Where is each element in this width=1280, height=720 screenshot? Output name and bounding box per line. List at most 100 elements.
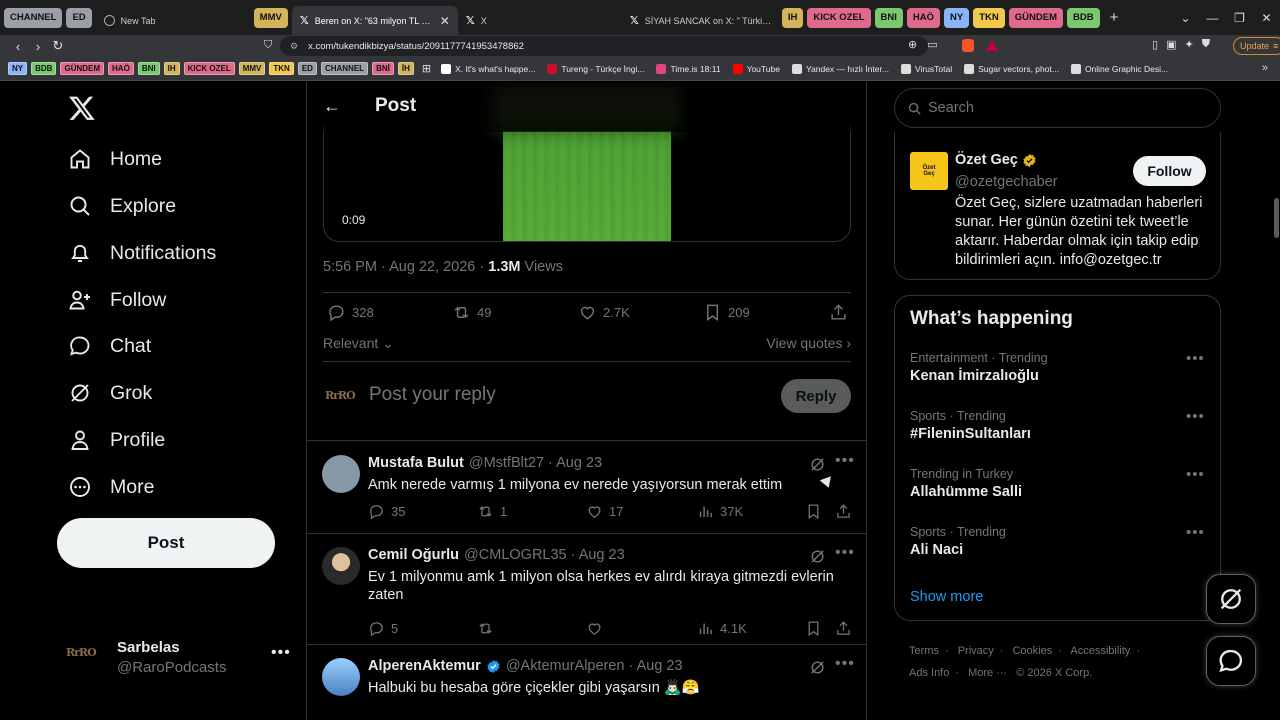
bookmark-link[interactable]: X. It's what's happe...: [441, 63, 535, 74]
site-info-icon[interactable]: ⚙: [290, 41, 298, 52]
sort-dropdown[interactable]: Relevant ⌄: [323, 335, 394, 352]
nav-item-home[interactable]: Home: [68, 144, 162, 174]
cookies-link[interactable]: Cookies: [1012, 645, 1052, 657]
comment-button[interactable]: 5: [368, 620, 398, 637]
back-nav-icon[interactable]: ‹: [8, 39, 28, 54]
bookmark-folder[interactable]: BNI: [137, 62, 160, 75]
sidebar-icon[interactable]: ▯: [1152, 38, 1158, 51]
timestamp-text[interactable]: 5:56 PM · Aug 22, 2026 ·: [323, 259, 488, 275]
reply-submit-button[interactable]: Reply: [781, 379, 851, 413]
tab-group-mmv[interactable]: MMV: [253, 7, 288, 28]
ads-info-link[interactable]: Ads Info: [909, 667, 949, 679]
view-quotes-link[interactable]: View quotes ›: [766, 335, 851, 351]
bookmark-link[interactable]: VirusTotal: [900, 63, 952, 74]
close-icon[interactable]: ✕: [440, 14, 450, 28]
search-input[interactable]: Search: [894, 88, 1221, 128]
bookmark-folder[interactable]: BDB: [31, 62, 57, 75]
tab-x[interactable]: 𝕏 X: [458, 6, 622, 35]
brave-rewards-icon[interactable]: [986, 40, 998, 51]
bookmarks-overflow-icon[interactable]: »: [1262, 62, 1268, 74]
x-logo-icon[interactable]: [68, 94, 96, 122]
tab-group[interactable]: HAÖ: [906, 7, 941, 28]
views-chart-button[interactable]: 4.1K: [697, 620, 747, 637]
forward-nav-icon[interactable]: ›: [28, 39, 48, 54]
author-name[interactable]: AlperenAktemur: [368, 658, 481, 674]
tab-group[interactable]: GÜNDEM: [1008, 7, 1063, 28]
bookmark-link[interactable]: Tureng - Türkçe İngi...: [547, 63, 644, 74]
bookmark-folder[interactable]: MMV: [238, 62, 266, 75]
reply-tweet[interactable]: AlperenAktemur @AktemurAlperen · Aug 23 ••…: [307, 655, 866, 720]
repost-button[interactable]: [477, 620, 500, 637]
url-field[interactable]: ⚙ x.com/tukendikbizya/status/20911777419…: [280, 36, 928, 56]
more-dots-icon[interactable]: •••: [1186, 350, 1205, 367]
repost-button[interactable]: 1: [477, 503, 507, 520]
nav-item-more[interactable]: More: [68, 472, 154, 502]
tab-group[interactable]: BNI: [874, 7, 903, 28]
tab-siyah-sancak[interactable]: 𝕏 SİYAH SANCAK on X: " Türkiye'ye: [622, 6, 782, 35]
trend-item[interactable]: Sports · Trending Ali Naci •••: [910, 524, 1210, 558]
avatar[interactable]: [322, 547, 360, 585]
new-tab-plus-icon[interactable]: +: [1110, 9, 1119, 26]
tab-group[interactable]: BDB: [1067, 7, 1100, 28]
bookmark-link[interactable]: Yandex — hızlı İnter...: [791, 63, 889, 74]
tab-active-post[interactable]: 𝕏 Beren on X: "63 milyon TL m olsa ✕: [291, 6, 458, 35]
trend-item[interactable]: Sports · Trending #FileninSultanları •••: [910, 408, 1210, 442]
nav-item-profile[interactable]: Profile: [68, 425, 165, 455]
accessibility-link[interactable]: Accessibility: [1070, 645, 1130, 657]
back-arrow-icon[interactable]: ←: [323, 96, 341, 117]
repost-button[interactable]: 49: [452, 303, 491, 322]
update-button[interactable]: Update ≡: [1233, 37, 1280, 55]
reply-button[interactable]: 328: [327, 303, 374, 322]
author-handle[interactable]: @CMLOGRL35 · Aug 23: [464, 547, 625, 563]
privacy-link[interactable]: Privacy: [958, 645, 994, 657]
author-name[interactable]: Mustafa Bulut: [368, 455, 464, 471]
avatar[interactable]: [322, 455, 360, 493]
bookmark-button[interactable]: [805, 620, 828, 637]
tab-group[interactable]: TKN: [973, 7, 1005, 28]
nav-item-notifications[interactable]: Notifications: [68, 238, 216, 268]
apps-grid-icon[interactable]: ⊞: [422, 62, 431, 75]
more-dots-icon[interactable]: •••: [835, 452, 855, 470]
nav-item-explore[interactable]: Explore: [68, 191, 176, 221]
grok-icon[interactable]: [809, 456, 826, 473]
avatar[interactable]: [322, 658, 360, 696]
author-handle[interactable]: @MstfBlt27 · Aug 23: [469, 455, 602, 471]
wallet-icon[interactable]: ▣: [1166, 38, 1176, 51]
bookmark-button[interactable]: [805, 503, 828, 520]
bookmark-folder[interactable]: ED: [297, 62, 317, 75]
share-button[interactable]: [835, 620, 858, 637]
bookmark-link[interactable]: YouTube: [732, 63, 780, 74]
bookmark-folder[interactable]: TKN: [269, 62, 294, 75]
tab-group-ed[interactable]: ED: [66, 7, 92, 28]
more-dots-icon[interactable]: •••: [1186, 466, 1205, 483]
heart-button[interactable]: [586, 620, 609, 637]
nav-item-chat[interactable]: Chat: [68, 331, 151, 361]
bookmark-button[interactable]: 209: [703, 303, 750, 322]
bookmark-folder[interactable]: CHANNEL: [320, 62, 369, 75]
bookmark-folder[interactable]: BNİ: [372, 62, 394, 75]
leo-icon[interactable]: ✦: [1184, 38, 1193, 51]
bookmark-folder[interactable]: GÜNDEM: [60, 62, 105, 75]
trend-item[interactable]: Trending in Turkey Allahümme Salli •••: [910, 466, 1210, 500]
bookmark-folder[interactable]: IH: [163, 62, 180, 75]
zoom-icon[interactable]: ⊕: [908, 38, 917, 51]
show-more-link[interactable]: Show more: [910, 589, 983, 605]
author-handle[interactable]: @AktemurAlperen · Aug 23: [506, 658, 683, 674]
tab-search-chevron-icon[interactable]: ⌄: [1172, 11, 1199, 25]
follow-button[interactable]: Follow: [1133, 156, 1206, 186]
grok-icon[interactable]: [809, 659, 826, 676]
comment-button[interactable]: 35: [368, 503, 405, 520]
account-switcher[interactable]: RrRO Sarbelas @RaroPodcasts •••: [66, 638, 296, 678]
reply-tweet[interactable]: Mustafa Bulut @MstfBlt27 · Aug 23 ••• Amk n…: [307, 452, 866, 535]
reply-tweet[interactable]: Cemil Oğurlu @CMLOGRL35 · Aug 23 ••• Ev 1 m…: [307, 544, 866, 637]
tab-group-channel[interactable]: CHANNEL: [4, 7, 63, 28]
share-button[interactable]: [835, 503, 858, 520]
heart-button[interactable]: 17: [586, 503, 623, 520]
more-dots-icon[interactable]: •••: [1186, 524, 1205, 541]
terms-link[interactable]: Terms: [909, 645, 939, 657]
reload-icon[interactable]: ↻: [48, 38, 68, 54]
bookmark-folder[interactable]: KICK OZEL: [183, 62, 235, 75]
minimize-icon[interactable]: —: [1199, 11, 1226, 25]
bookmark-link[interactable]: Sugar vectors, phot...: [964, 63, 1059, 74]
more-dots-icon[interactable]: •••: [271, 644, 291, 662]
